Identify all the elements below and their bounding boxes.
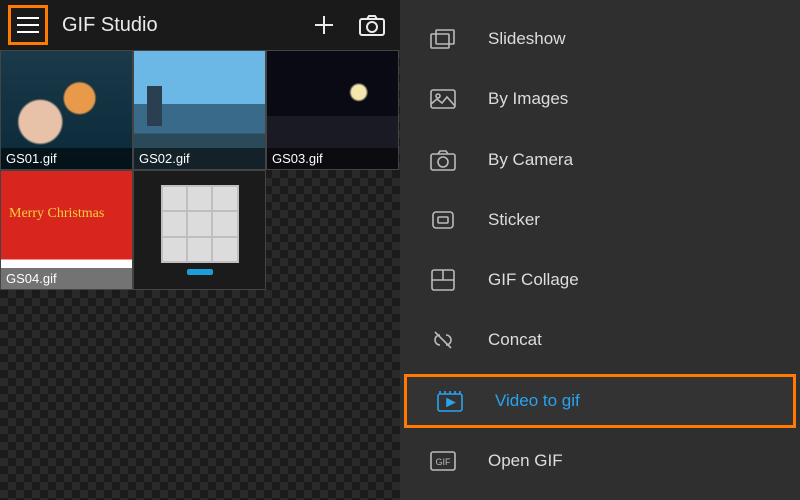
thumbnail-filename: GS02.gif bbox=[134, 148, 265, 169]
plus-icon bbox=[312, 13, 336, 37]
thumbnail[interactable] bbox=[133, 170, 266, 290]
menu-item-label: GIF Collage bbox=[488, 270, 579, 290]
hamburger-menu-button[interactable] bbox=[8, 5, 48, 45]
collage-icon bbox=[430, 267, 456, 293]
thumbnail-filename: GS01.gif bbox=[1, 148, 132, 169]
thumbnail[interactable]: GS01.gif bbox=[0, 50, 133, 170]
menu-item-label: Open GIF bbox=[488, 451, 563, 471]
thumbnail[interactable]: GS03.gif bbox=[266, 50, 399, 170]
menu-item-label: Video to gif bbox=[495, 391, 580, 411]
menu-item-by-images[interactable]: By Images bbox=[400, 72, 800, 126]
thumbnail-filename: GS03.gif bbox=[267, 148, 398, 169]
thumbnail[interactable]: GS02.gif bbox=[133, 50, 266, 170]
progress-bar bbox=[187, 269, 213, 275]
sticker-icon bbox=[430, 207, 456, 233]
slideshow-icon bbox=[430, 26, 456, 52]
concat-icon bbox=[430, 327, 456, 353]
images-icon bbox=[430, 86, 456, 112]
menu-item-video-to-gif[interactable]: Video to gif bbox=[404, 374, 796, 428]
menu-item-slideshow[interactable]: Slideshow bbox=[400, 12, 800, 66]
menu-item-gif-collage[interactable]: GIF Collage bbox=[400, 253, 800, 307]
menu-item-sticker[interactable]: Sticker bbox=[400, 193, 800, 247]
app-title: GIF Studio bbox=[56, 14, 296, 37]
video-icon bbox=[437, 388, 463, 414]
camera-icon bbox=[359, 14, 385, 36]
add-button[interactable] bbox=[304, 5, 344, 45]
thumbnail[interactable]: Merry Christmas GS04.gif bbox=[0, 170, 133, 290]
menu-item-label: Sticker bbox=[488, 210, 540, 230]
thumbnail-grid: GS01.gif GS02.gif GS03.gif Merry Christm… bbox=[0, 50, 400, 500]
create-menu: Slideshow By Images By Camera Sticker GI… bbox=[400, 0, 800, 500]
thumbnail-filename: GS04.gif bbox=[1, 268, 132, 289]
gallery-panel: GIF Studio GS01.gif GS02.gif GS03.gif Me… bbox=[0, 0, 400, 500]
menu-item-label: Slideshow bbox=[488, 29, 566, 49]
camera-button[interactable] bbox=[352, 5, 392, 45]
open-icon: GIF bbox=[430, 448, 456, 474]
svg-text:GIF: GIF bbox=[436, 457, 452, 467]
menu-item-by-camera[interactable]: By Camera bbox=[400, 133, 800, 187]
menu-item-concat[interactable]: Concat bbox=[400, 313, 800, 367]
menu-item-label: By Camera bbox=[488, 150, 573, 170]
menu-item-label: Concat bbox=[488, 330, 542, 350]
thumbnail-overlay-text: Merry Christmas bbox=[9, 206, 124, 222]
camera-icon bbox=[430, 147, 456, 173]
hamburger-icon bbox=[17, 16, 39, 34]
top-bar: GIF Studio bbox=[0, 0, 400, 50]
menu-item-open-gif[interactable]: GIF Open GIF bbox=[400, 434, 800, 488]
grid-preview-icon bbox=[161, 185, 239, 263]
menu-item-label: By Images bbox=[488, 89, 568, 109]
